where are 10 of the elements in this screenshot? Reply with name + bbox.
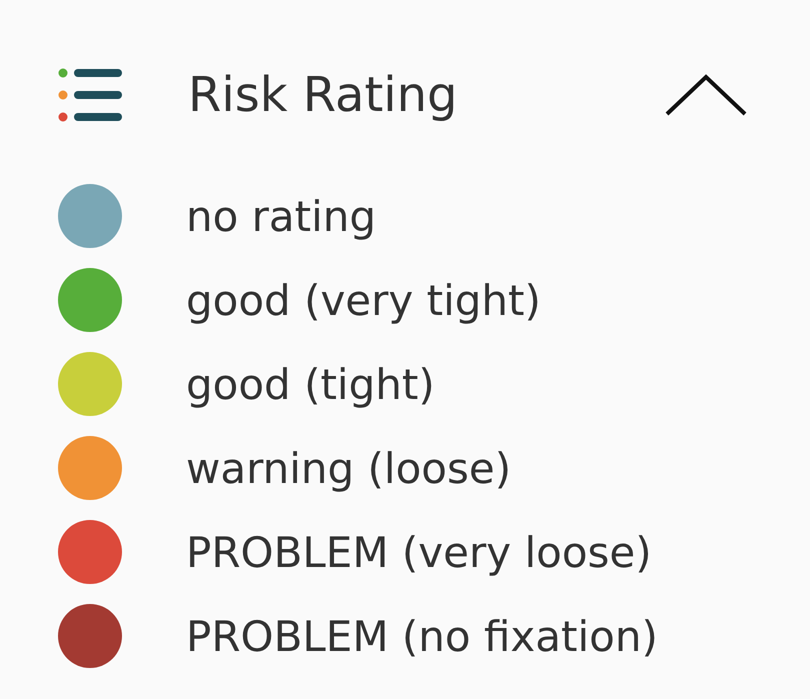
chevron-up-icon bbox=[664, 72, 748, 118]
legend-label: good (tight) bbox=[186, 360, 435, 408]
collapse-toggle[interactable] bbox=[664, 72, 748, 118]
legend-label: PROBLEM (very loose) bbox=[186, 528, 652, 576]
panel-title: Risk Rating bbox=[188, 67, 459, 123]
legend-label: good (very tight) bbox=[186, 276, 541, 324]
legend-label: warning (loose) bbox=[186, 444, 512, 492]
legend-label: no rating bbox=[186, 192, 376, 240]
legend-label: PROBLEM (no fixation) bbox=[186, 612, 658, 660]
legend-list-icon bbox=[58, 68, 124, 122]
